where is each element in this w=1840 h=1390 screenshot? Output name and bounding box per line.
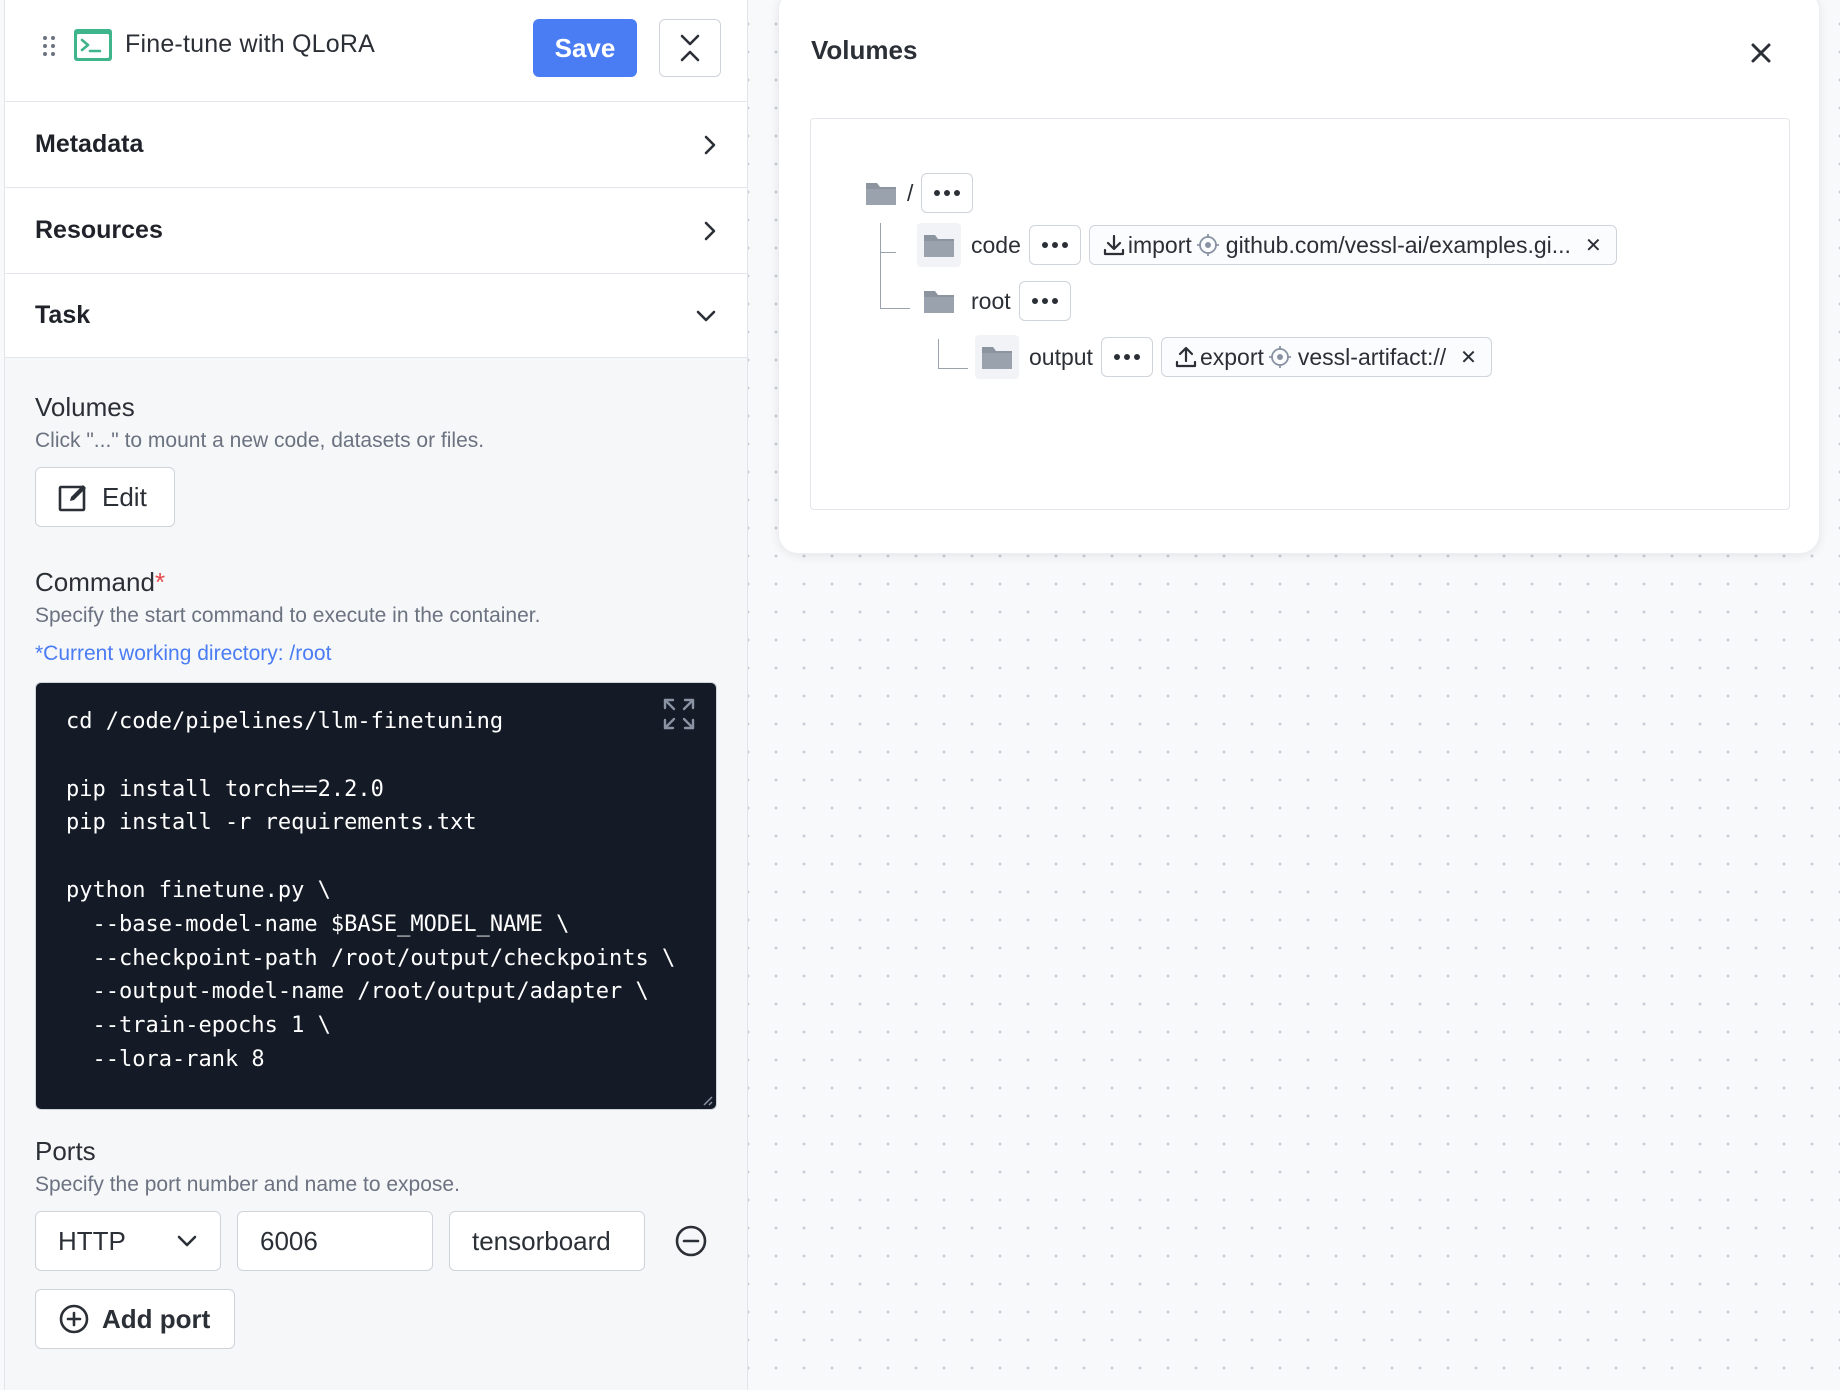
volume-tree: / code import github.com/vessl-ai/exampl… xyxy=(810,118,1790,510)
command-title-text: Command xyxy=(35,567,155,597)
command-description: Specify the start command to execute in … xyxy=(35,604,541,627)
chip-mode: import xyxy=(1127,231,1192,258)
edit-volumes-button[interactable]: Edit xyxy=(35,467,175,527)
tree-node-code: code import github.com/vessl-ai/examples… xyxy=(917,223,1617,267)
folder-icon-wrap xyxy=(975,335,1019,379)
edit-icon xyxy=(58,485,86,512)
remove-volume-icon[interactable]: ✕ xyxy=(1585,233,1602,258)
terminal-icon xyxy=(74,29,112,61)
section-metadata[interactable]: Metadata xyxy=(5,102,747,188)
working-directory-note: *Current working directory: /root xyxy=(35,642,332,665)
chip-mode: export xyxy=(1199,343,1264,370)
chevron-right-icon xyxy=(704,135,716,154)
collapse-button[interactable] xyxy=(659,19,721,77)
required-mark: * xyxy=(154,567,166,597)
section-metadata-label: Metadata xyxy=(35,130,144,158)
target-icon xyxy=(1268,346,1291,368)
panel-header: Fine-tune with QLoRA Save xyxy=(5,0,747,102)
tree-node-name: / xyxy=(907,179,914,206)
port-row: HTTP 6006 tensorboard xyxy=(35,1211,717,1271)
volumes-title: Volumes xyxy=(35,392,135,422)
tree-connector xyxy=(938,339,968,369)
tree-node-name: output xyxy=(1029,343,1093,370)
port-name-value: tensorboard xyxy=(472,1225,611,1256)
ports-description: Specify the port number and name to expo… xyxy=(35,1173,460,1196)
tree-node-name: root xyxy=(971,287,1011,314)
volume-source-chip[interactable]: import github.com/vessl-ai/examples.gi..… xyxy=(1088,225,1617,265)
folder-icon-wrap xyxy=(917,279,961,323)
folder-icon xyxy=(866,183,896,205)
port-name-input[interactable]: tensorboard xyxy=(449,1211,645,1271)
chip-source: vessl-artifact:// xyxy=(1297,343,1447,370)
protocol-value: HTTP xyxy=(58,1225,126,1256)
ports-title: Ports xyxy=(35,1136,96,1166)
task-body: Volumes Click "..." to mount a new code,… xyxy=(5,358,747,1349)
volume-target-chip[interactable]: export vessl-artifact:// ✕ xyxy=(1160,337,1492,377)
command-title: Command* xyxy=(35,567,717,598)
more-options-button[interactable] xyxy=(1100,337,1153,377)
tree-node-output: output export vessl-artifact:// ✕ xyxy=(975,335,1492,379)
workload-editor-panel: Fine-tune with QLoRA Save Metadata Resou… xyxy=(4,0,748,1390)
tree-node-root-dir: root xyxy=(917,281,1071,321)
volumes-panel-title: Volumes xyxy=(811,35,918,65)
section-resources[interactable]: Resources xyxy=(5,188,747,274)
tree-node-root: / xyxy=(865,173,974,213)
volumes-description: Click "..." to mount a new code, dataset… xyxy=(35,429,485,452)
protocol-select[interactable]: HTTP xyxy=(35,1211,221,1271)
tree-connector xyxy=(880,223,910,309)
folder-icon xyxy=(982,347,1012,369)
more-options-button[interactable] xyxy=(921,173,974,213)
section-resources-label: Resources xyxy=(35,216,163,244)
workload-title: Fine-tune with QLoRA xyxy=(125,30,375,58)
collapse-icon xyxy=(680,34,700,62)
chip-source: github.com/vessl-ai/examples.gi... xyxy=(1225,231,1571,258)
port-number-input[interactable]: 6006 xyxy=(237,1211,433,1271)
edit-button-label: Edit xyxy=(102,481,147,512)
folder-icon xyxy=(924,235,954,257)
remove-port-icon[interactable] xyxy=(673,1223,709,1259)
drag-handle-icon[interactable] xyxy=(43,36,55,56)
save-button[interactable]: Save xyxy=(533,19,637,77)
folder-icon-wrap xyxy=(917,223,961,267)
close-icon[interactable] xyxy=(1749,41,1773,65)
chevron-down-icon xyxy=(696,310,716,321)
command-editor[interactable]: cd /code/pipelines/llm-finetuning pip in… xyxy=(35,682,717,1110)
expand-icon[interactable] xyxy=(662,697,696,731)
target-icon xyxy=(1196,234,1219,256)
download-icon xyxy=(1103,234,1124,256)
add-port-button[interactable]: Add port xyxy=(35,1289,235,1349)
more-options-button[interactable] xyxy=(1028,225,1081,265)
port-number-value: 6006 xyxy=(260,1225,318,1256)
upload-icon xyxy=(1175,346,1197,368)
more-options-button[interactable] xyxy=(1018,281,1071,321)
tree-node-name: code xyxy=(971,231,1021,258)
section-task[interactable]: Task xyxy=(5,274,747,358)
volumes-panel: Volumes / code import github.com/vessl-a… xyxy=(778,0,1820,554)
command-code[interactable]: cd /code/pipelines/llm-finetuning pip in… xyxy=(66,705,716,1077)
plus-circle-icon xyxy=(59,1304,89,1334)
remove-volume-icon[interactable]: ✕ xyxy=(1460,345,1477,370)
chevron-down-icon xyxy=(177,1235,197,1247)
add-port-label: Add port xyxy=(102,1303,211,1334)
section-task-label: Task xyxy=(35,301,91,329)
resize-grip-icon[interactable] xyxy=(700,1093,714,1107)
folder-icon xyxy=(924,291,954,313)
chevron-right-icon xyxy=(704,221,716,240)
